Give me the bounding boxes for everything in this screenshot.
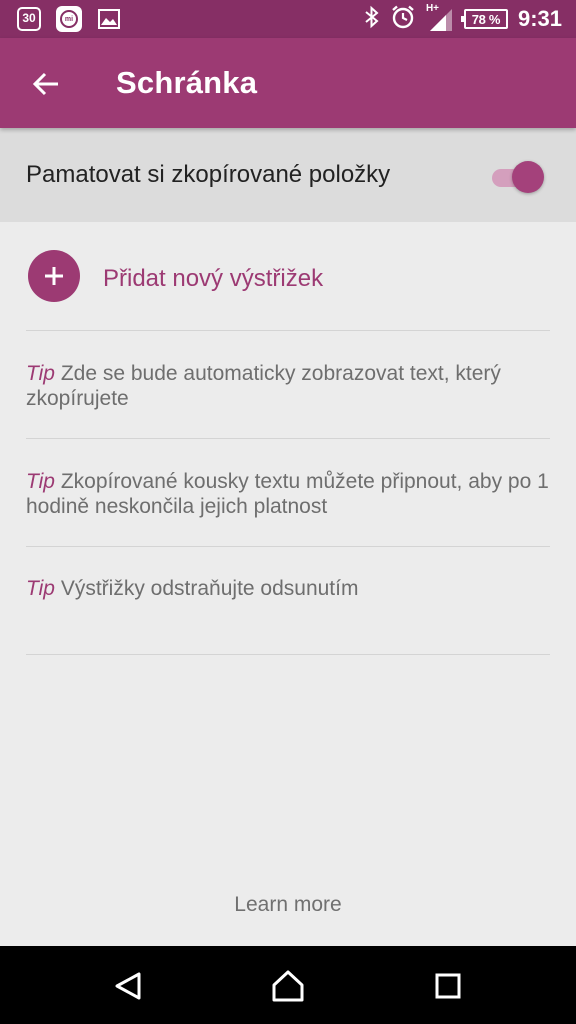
clock: 9:31	[517, 6, 562, 31]
bluetooth-icon	[364, 5, 380, 34]
divider	[26, 330, 550, 331]
nav-recents-button[interactable]	[426, 964, 470, 1008]
battery-level: 78 %	[471, 11, 501, 27]
tip-prefix: Tip	[26, 362, 55, 385]
tip-text: Zde se bude automaticky zobrazovat text,…	[26, 362, 501, 410]
tip-item: Tip Zkopírované kousky textu můžete přip…	[26, 469, 550, 519]
remember-copied-items-row[interactable]: Pamatovat si zkopírované položky	[0, 128, 576, 222]
remember-copied-items-switch[interactable]	[492, 161, 548, 193]
add-clip-label: Přidat nový výstřižek	[103, 265, 324, 292]
remember-copied-items-label: Pamatovat si zkopírované položky	[26, 161, 391, 188]
nav-back-button[interactable]	[106, 964, 150, 1008]
back-button[interactable]	[26, 64, 66, 104]
tip-item: Tip Výstřižky odstraňujte odsunutím	[26, 576, 550, 601]
calendar-icon: 30	[16, 6, 42, 32]
app-bar: Schránka	[0, 38, 576, 128]
divider	[26, 654, 550, 655]
battery-icon: 78 %	[460, 9, 508, 29]
add-clip-button[interactable]: Přidat nový výstřižek	[0, 222, 576, 330]
tip-prefix: Tip	[26, 470, 55, 493]
navigation-bar	[0, 946, 576, 1024]
mi-fit-icon: mi	[56, 6, 82, 32]
calendar-day: 30	[17, 7, 41, 31]
learn-more-link[interactable]: Learn more	[0, 893, 576, 917]
system-icons: H+ 78 % 9:31	[364, 3, 562, 35]
nav-home-button[interactable]	[266, 964, 310, 1008]
switch-thumb	[512, 161, 544, 193]
home-icon	[272, 970, 304, 1002]
signal-icon: H+	[426, 3, 454, 33]
tip-prefix: Tip	[26, 577, 55, 600]
tip-text: Zkopírované kousky textu můžete připnout…	[26, 470, 549, 518]
tip-text: Výstřižky odstraňujte odsunutím	[60, 577, 359, 600]
tip-item: Tip Zde se bude automaticky zobrazovat t…	[26, 361, 550, 411]
arrow-back-icon	[32, 72, 58, 96]
divider	[26, 438, 550, 439]
status-bar: 30 mi H+ 78 % 9:31	[0, 0, 576, 38]
page-title: Schránka	[116, 65, 258, 100]
mi-badge-text: mi	[60, 10, 78, 28]
alarm-icon	[390, 4, 416, 35]
gallery-icon	[96, 6, 122, 32]
back-triangle-icon	[115, 972, 141, 1000]
notification-icons: 30 mi	[16, 6, 122, 32]
recents-icon	[435, 973, 461, 999]
plus-icon	[28, 250, 80, 302]
divider	[26, 546, 550, 547]
